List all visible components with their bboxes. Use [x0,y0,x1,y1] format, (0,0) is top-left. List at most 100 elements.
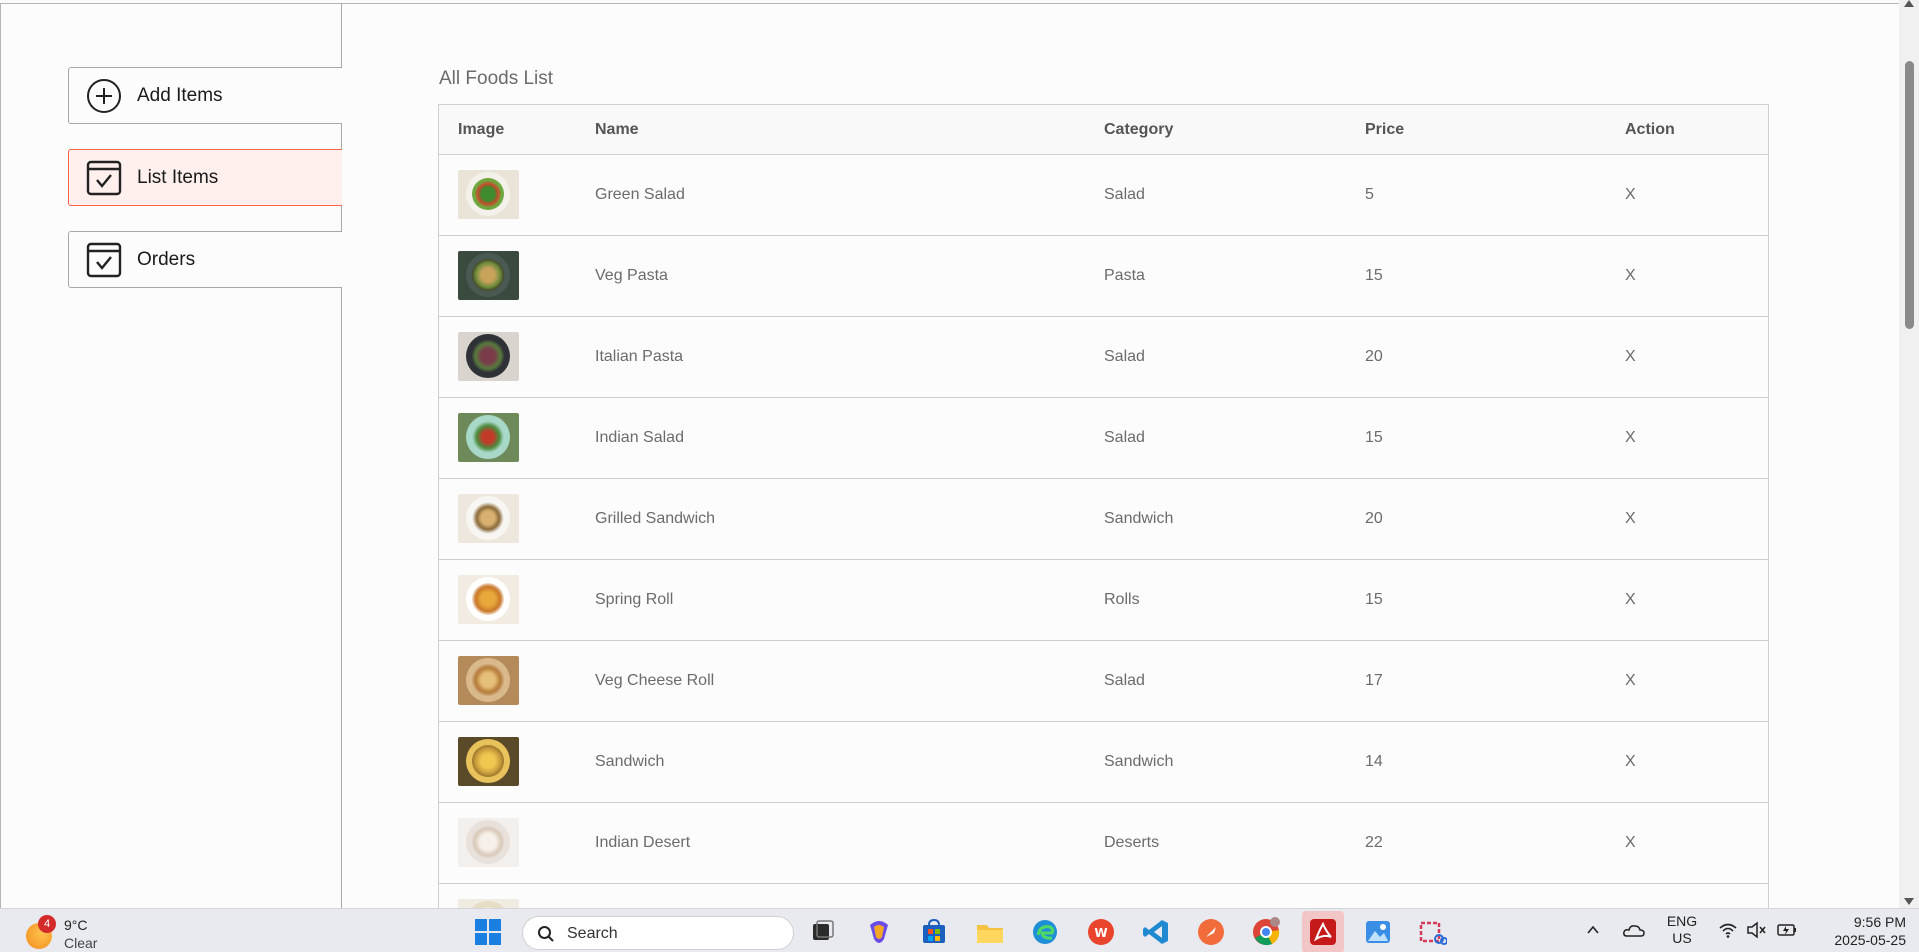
food-price: 22 [1365,834,1383,851]
remove-item-button[interactable]: X [1625,348,1636,366]
table-row: Veg Cheese Roll Salad 17 X [439,641,1768,722]
sidebar-item-orders[interactable]: Orders [68,231,342,288]
food-category: Sandwich [1104,753,1174,770]
table-body: Green Salad Salad 5 X Veg Pasta Pasta 15 X Itali… [439,155,1768,908]
language-code: ENG [1666,913,1698,929]
remove-item-button[interactable]: X [1625,267,1636,285]
photos-icon[interactable] [1363,917,1393,947]
vscode-icon[interactable] [1141,917,1171,947]
copilot-icon[interactable] [864,917,894,947]
windows-taskbar: 4 9°C Clear Search W ENG US 9:56 PM 2025… [0,908,1919,952]
food-price: 15 [1365,429,1383,446]
food-name: Veg Pasta [595,267,668,284]
remove-item-button[interactable]: X [1625,429,1636,447]
food-category: Rolls [1104,591,1140,608]
show-hidden-icons-icon[interactable] [1586,923,1600,952]
postman-icon[interactable] [1196,917,1226,947]
snipping-tool-icon[interactable] [1417,917,1448,947]
food-name: Spring Roll [595,591,674,608]
food-name: Indian Desert [595,834,691,851]
food-price: 17 [1365,672,1383,689]
taskbar-clock[interactable]: 9:56 PM 2025-05-25 [1806,913,1906,949]
food-name: Sandwich [595,753,665,770]
food-image [458,332,519,381]
wifi-icon[interactable] [1718,921,1738,952]
column-header-price: Price [1365,121,1405,138]
file-explorer-icon[interactable] [975,917,1005,947]
volume-muted-icon[interactable] [1746,921,1766,952]
food-image [458,656,519,705]
food-category: Salad [1104,348,1145,365]
column-header-image: Image [458,121,505,138]
svg-text:W: W [1094,926,1107,940]
food-price: 20 [1365,510,1383,527]
food-image [458,737,519,786]
food-image [458,899,519,908]
sidebar-item-label: Orders [137,248,196,270]
add-circle-icon [79,71,129,121]
food-price: 20 [1365,348,1383,365]
vertical-scrollbar[interactable] [1899,0,1919,908]
onedrive-icon[interactable] [1622,921,1646,952]
column-header-category: Category [1104,121,1174,138]
table-row: Indian Salad Salad 15 X [439,398,1768,479]
food-category: Sandwich [1104,510,1174,527]
scroll-up-arrow-icon[interactable] [1904,0,1914,7]
acrobat-icon[interactable] [1302,911,1344,952]
checkbox-icon [79,235,129,285]
left-border [0,3,1,908]
sidebar-item-add-items[interactable]: Add Items [68,67,342,124]
food-category: Deserts [1104,834,1160,851]
admin-app: Add Items List Items Orders All Foods Li… [0,0,1919,908]
remove-item-button[interactable]: X [1625,834,1636,852]
remove-item-button[interactable]: X [1625,510,1636,528]
food-price: 15 [1365,591,1383,608]
food-image [458,818,519,867]
search-placeholder: Search [567,925,618,942]
table-row: Green Salad Salad 5 X [439,155,1768,236]
windows-start-icon[interactable] [473,917,503,947]
wps-office-icon[interactable]: W [1086,917,1116,947]
food-price: 15 [1365,267,1383,284]
sidebar-item-label: Add Items [137,84,223,106]
clock-date: 2025-05-25 [1834,932,1906,948]
page-title: All Foods List [439,68,554,89]
food-name: Veg Cheese Roll [595,672,715,689]
remove-item-button[interactable]: X [1625,672,1636,690]
scroll-thumb[interactable] [1905,61,1914,329]
table-row [439,884,1768,908]
column-header-action: Action [1625,121,1675,138]
weather-condition: Clear [64,935,98,951]
remove-item-button[interactable]: X [1625,591,1636,609]
table-row: Veg Pasta Pasta 15 X [439,236,1768,317]
food-name: Indian Salad [595,429,684,446]
microsoft-store-icon[interactable] [919,917,949,947]
chrome-icon[interactable] [1251,917,1281,947]
table-row: Grilled Sandwich Sandwich 20 X [439,479,1768,560]
taskbar-search[interactable]: Search [522,916,794,950]
battery-charging-icon[interactable] [1776,921,1798,952]
food-category: Salad [1104,186,1145,203]
food-category: Salad [1104,672,1145,689]
food-category: Pasta [1104,267,1145,284]
scroll-down-arrow-icon[interactable] [1904,898,1914,905]
food-image [458,251,519,300]
edge-browser-icon[interactable] [1030,917,1060,947]
remove-item-button[interactable]: X [1625,753,1636,771]
sidebar-item-list-items[interactable]: List Items [68,149,342,206]
checkbox-icon [79,153,129,203]
food-image [458,170,519,219]
food-image [458,494,519,543]
search-icon [538,926,554,942]
food-name: Green Salad [595,186,685,203]
food-name: Grilled Sandwich [595,510,716,527]
remove-item-button[interactable]: X [1625,186,1636,204]
weather-widget[interactable]: 4 9°C Clear [24,915,144,951]
sidebar-divider [341,3,342,908]
food-price: 5 [1365,186,1374,203]
language-indicator[interactable]: ENG US [1666,913,1698,952]
table-row: Sandwich Sandwich 14 X [439,722,1768,803]
task-view-icon[interactable] [808,917,838,947]
foods-table: Image Name Category Price Action Green S… [438,104,1769,908]
clock-time: 9:56 PM [1853,914,1906,930]
